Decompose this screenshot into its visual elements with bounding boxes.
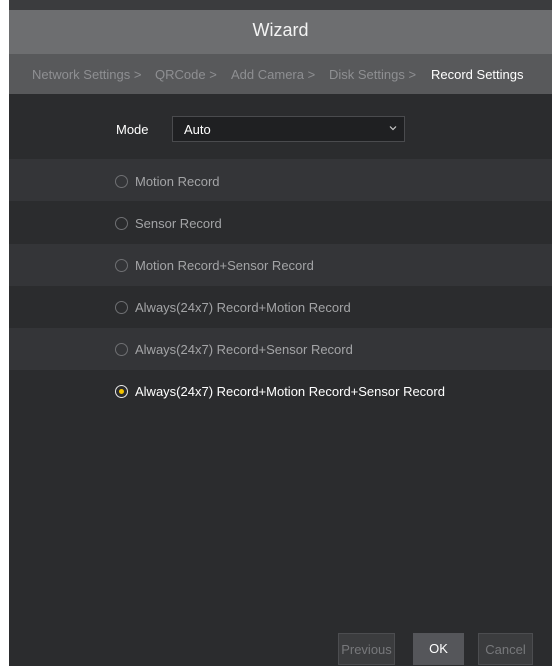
previous-button[interactable]: Previous [338,633,395,665]
radio-always-motion-record[interactable] [115,301,128,314]
radio-always-sensor-record[interactable] [115,343,128,356]
breadcrumb-add-camera[interactable]: Add Camera > [231,67,315,82]
record-option-label: Motion Record+Sensor Record [135,258,314,273]
record-option-label: Always(24x7) Record+Motion Record+Sensor… [135,384,445,399]
wizard-dialog: Wizard Network Settings > QRCode > Add C… [9,0,552,666]
record-option-row: Always(24x7) Record+Sensor Record [9,328,552,370]
mode-label: Mode [116,122,149,137]
record-option-row: Always(24x7) Record+Motion Record [9,286,552,328]
dialog-title: Wizard [252,20,309,40]
radio-always-motion-sensor-record[interactable] [115,385,128,398]
cancel-button[interactable]: Cancel [478,633,533,665]
title-bar-shade [9,0,552,10]
breadcrumb: Network Settings > QRCode > Add Camera >… [9,54,552,94]
radio-sensor-record[interactable] [115,217,128,230]
record-option-label: Sensor Record [135,216,222,231]
chevron-down-icon [389,126,397,131]
breadcrumb-disk-settings[interactable]: Disk Settings > [329,67,416,82]
title-bar: Wizard [9,0,552,54]
radio-motion-record[interactable] [115,175,128,188]
record-option-label: Motion Record [135,174,220,189]
breadcrumb-record-settings[interactable]: Record Settings [431,67,524,82]
breadcrumb-network-settings[interactable]: Network Settings > [32,67,141,82]
record-option-row: Sensor Record [9,202,552,244]
mode-select-value: Auto [184,122,211,137]
record-option-row: Always(24x7) Record+Motion Record+Sensor… [9,370,552,412]
record-option-row: Motion Record [9,159,552,201]
radio-motion-sensor-record[interactable] [115,259,128,272]
record-option-label: Always(24x7) Record+Motion Record [135,300,351,315]
mode-select[interactable]: Auto [172,116,405,142]
record-option-label: Always(24x7) Record+Sensor Record [135,342,353,357]
breadcrumb-qrcode[interactable]: QRCode > [155,67,217,82]
record-option-row: Motion Record+Sensor Record [9,244,552,286]
ok-button[interactable]: OK [413,633,464,665]
